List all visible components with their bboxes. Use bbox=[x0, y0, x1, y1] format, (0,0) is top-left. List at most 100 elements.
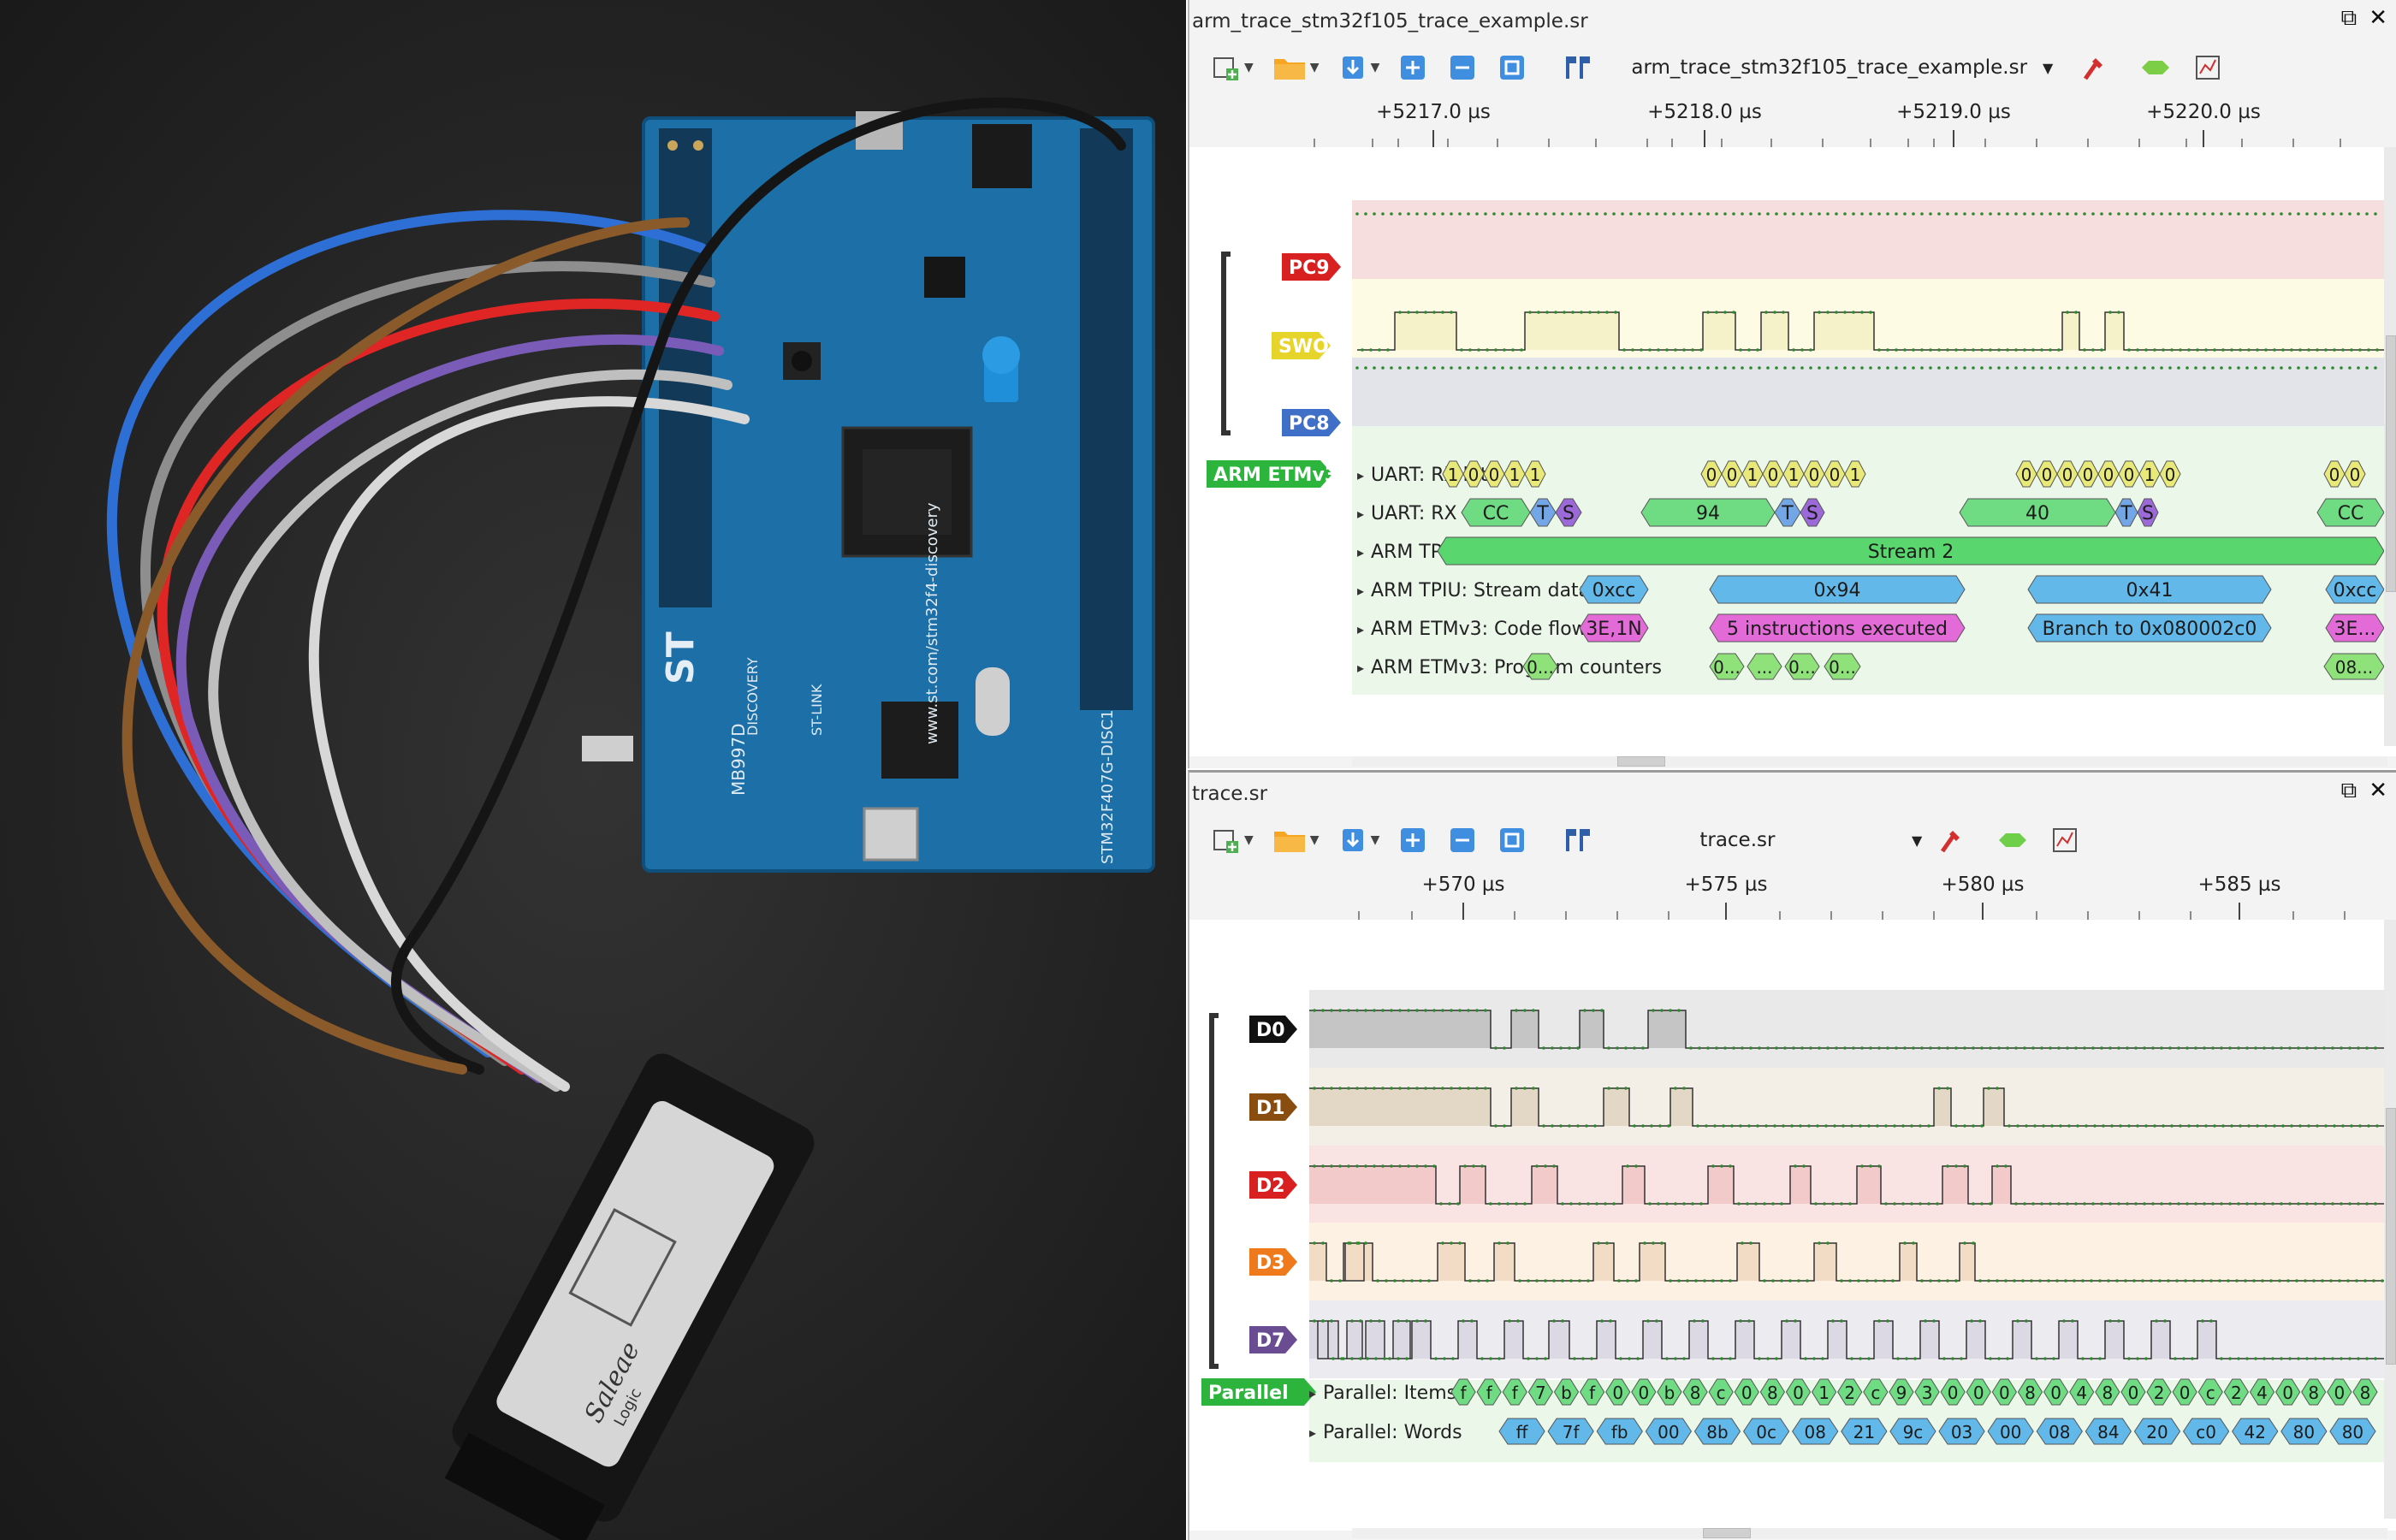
sample-dot bbox=[1366, 1357, 1369, 1360]
board-stlink-text: ST-LINK bbox=[809, 684, 825, 736]
window1-restore-icon[interactable]: ⧉ bbox=[2341, 5, 2357, 32]
sample-dot bbox=[2071, 1319, 2074, 1323]
sample-dot bbox=[2184, 1279, 2187, 1282]
sample-dot bbox=[2196, 348, 2199, 352]
sample-dot bbox=[1552, 212, 1556, 216]
window1-horizontal-scrollbar[interactable] bbox=[1352, 756, 2387, 767]
sample-dot bbox=[1355, 212, 1359, 216]
sample-dot bbox=[2220, 1357, 2223, 1360]
probe-config-icon[interactable] bbox=[1936, 824, 1965, 856]
zoom-out-icon[interactable] bbox=[1448, 824, 1477, 856]
cursor-markers-icon[interactable] bbox=[1563, 824, 1592, 856]
program-counter-item: ... bbox=[1756, 657, 1772, 678]
decoder-add-icon[interactable] bbox=[1996, 824, 2030, 856]
waveform-high-fill bbox=[1604, 1088, 1629, 1126]
window2-time-ruler[interactable]: +570 µs +575 µs +580 µs +585 µs bbox=[1189, 865, 2396, 920]
sample-dot bbox=[1766, 212, 1770, 216]
window2-session-select[interactable]: trace.sr ▼ bbox=[1699, 829, 1922, 851]
sample-dot bbox=[2177, 366, 2180, 370]
window1-session-select[interactable]: arm_trace_stm32f105_trace_example.sr ▼ bbox=[1631, 56, 2053, 79]
sample-dot bbox=[2066, 311, 2069, 314]
sample-dot bbox=[1802, 1164, 1806, 1168]
save-dropdown-icon[interactable]: ▼ bbox=[1371, 61, 1380, 74]
board-model-text: STM32F407G-DISC1 bbox=[1099, 709, 1117, 864]
sample-dot bbox=[1677, 1009, 1681, 1012]
sample-dot bbox=[2203, 366, 2206, 370]
sample-dot bbox=[1720, 1279, 1723, 1282]
zoom-fit-icon[interactable] bbox=[1498, 51, 1527, 84]
sample-dot bbox=[2006, 348, 2009, 352]
window1-time-ruler[interactable]: +5217.0 µs +5218.0 µs +5219.0 µs +5220.0 µs bbox=[1189, 92, 2396, 147]
parallel-item: 3 bbox=[1922, 1383, 1933, 1403]
sample-dot bbox=[1617, 1279, 1621, 1282]
sample-dot bbox=[1989, 1202, 1992, 1205]
sample-dot bbox=[1691, 1202, 1694, 1205]
save-file-icon[interactable] bbox=[1338, 51, 1367, 84]
window1-trace-canvas[interactable]: PC9 SWO PC8 ARM ETMv3 ▸ UART: RX bits ▸ UART: R… bbox=[1189, 147, 2396, 756]
add-view-icon[interactable] bbox=[1212, 51, 1241, 84]
zoom-in-icon[interactable] bbox=[1398, 51, 1427, 84]
add-view-dropdown-icon[interactable]: ▼ bbox=[1244, 61, 1254, 74]
window2-close-icon[interactable]: ✕ bbox=[2369, 778, 2387, 804]
sample-dot bbox=[2273, 1124, 2276, 1128]
sample-dot bbox=[1664, 366, 1667, 370]
math-channel-icon[interactable] bbox=[2193, 51, 2222, 84]
save-dropdown-icon[interactable]: ▼ bbox=[1371, 833, 1380, 847]
zoom-in-icon[interactable] bbox=[1398, 824, 1427, 856]
window2-restore-icon[interactable]: ⧉ bbox=[2341, 778, 2357, 804]
window1-close-icon[interactable]: ✕ bbox=[2369, 5, 2387, 32]
sample-dot bbox=[1946, 348, 1949, 352]
sample-dot bbox=[1390, 1164, 1393, 1168]
sample-dot bbox=[2247, 348, 2251, 352]
sample-dot bbox=[1552, 1319, 1556, 1323]
sample-dot bbox=[2297, 1357, 2300, 1360]
sample-dot bbox=[1364, 1241, 1367, 1245]
window1-traces: PC9SWOPC8ARM ETMv3 ▸ UART: RX bits▸ UART: R… bbox=[1207, 147, 2385, 755]
add-view-dropdown-icon[interactable]: ▼ bbox=[1244, 833, 1254, 847]
sample-dot bbox=[1763, 1202, 1766, 1205]
sample-dot bbox=[2297, 1046, 2300, 1050]
sample-dot bbox=[2117, 1046, 2120, 1050]
sample-dot bbox=[1946, 366, 1949, 370]
sample-dot bbox=[1569, 366, 1573, 370]
waveform-high-fill bbox=[1643, 1321, 1662, 1359]
sample-dot bbox=[1624, 1046, 1628, 1050]
sample-dot bbox=[1568, 1046, 1571, 1050]
cursor-markers-icon[interactable] bbox=[1563, 51, 1592, 84]
sample-dot bbox=[1432, 1087, 1436, 1090]
sample-dot bbox=[1434, 1357, 1438, 1360]
sample-dot bbox=[2261, 1279, 2264, 1282]
decoder-add-icon[interactable] bbox=[2138, 51, 2173, 84]
save-file-icon[interactable] bbox=[1338, 824, 1367, 856]
window2-horizontal-scrollbar[interactable] bbox=[1352, 1528, 2387, 1538]
open-dropdown-icon[interactable]: ▼ bbox=[1310, 61, 1320, 74]
sample-dot bbox=[1711, 1279, 1715, 1282]
sample-dot bbox=[1960, 1357, 1963, 1360]
sample-dot bbox=[1792, 1046, 1795, 1050]
sample-dot bbox=[2004, 1279, 2008, 1282]
rx-bit: 1 bbox=[1788, 465, 1800, 485]
sample-dot bbox=[1578, 212, 1581, 216]
window2-trace-canvas[interactable]: D0 D1 D2 D3 D7 Parallel ▸ Parallel: Items ▸ Paral… bbox=[1189, 920, 2396, 1531]
sample-dot bbox=[1581, 1357, 1585, 1360]
sample-dot bbox=[1544, 1279, 1547, 1282]
open-file-icon[interactable] bbox=[1272, 824, 1307, 856]
add-view-icon[interactable] bbox=[1212, 824, 1241, 856]
sample-dot bbox=[2059, 1124, 2062, 1128]
window1-vertical-scrollbar[interactable] bbox=[2384, 147, 2396, 746]
math-channel-icon[interactable] bbox=[2050, 824, 2079, 856]
parallel-word: c0 bbox=[2196, 1422, 2216, 1442]
sample-dot bbox=[2316, 1124, 2319, 1128]
open-file-icon[interactable] bbox=[1272, 51, 1307, 84]
sample-dot bbox=[1498, 1241, 1501, 1245]
open-dropdown-icon[interactable]: ▼ bbox=[1310, 833, 1320, 847]
sample-dot bbox=[1807, 1124, 1811, 1128]
probe-config-icon[interactable] bbox=[2079, 51, 2108, 84]
zoom-out-icon[interactable] bbox=[1448, 51, 1477, 84]
sample-dot bbox=[1913, 1357, 1917, 1360]
sample-dot bbox=[2245, 1046, 2249, 1050]
window2-vertical-scrollbar[interactable] bbox=[2384, 920, 2396, 1519]
waveform-high-fill bbox=[1532, 1166, 1557, 1204]
sample-dot bbox=[1407, 311, 1410, 314]
zoom-fit-icon[interactable] bbox=[1498, 824, 1527, 856]
